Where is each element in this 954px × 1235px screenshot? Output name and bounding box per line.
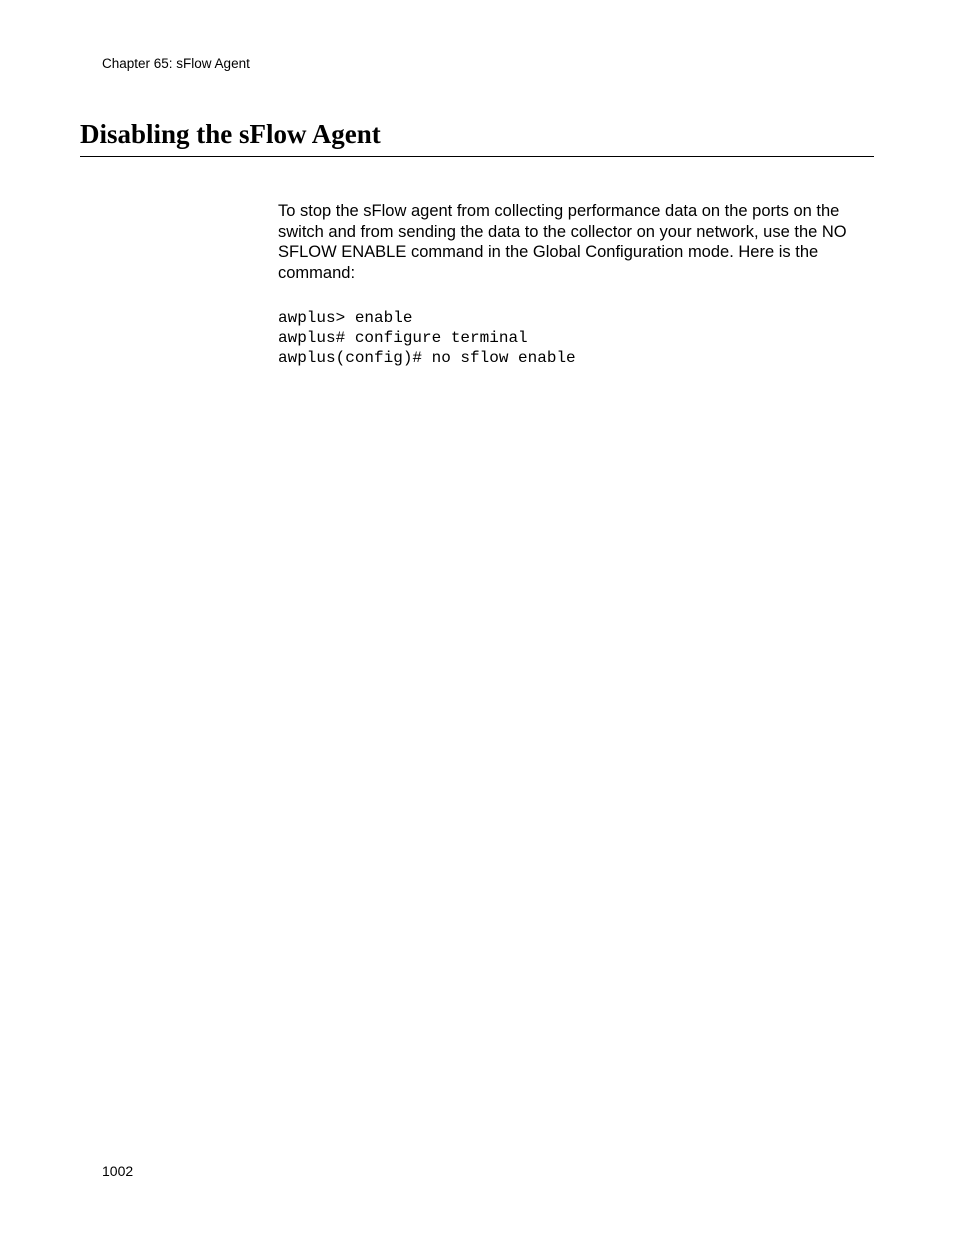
section-title: Disabling the sFlow Agent bbox=[80, 119, 874, 157]
command-code-block: awplus> enable awplus# configure termina… bbox=[278, 308, 874, 368]
page-number: 1002 bbox=[102, 1163, 133, 1179]
body-paragraph: To stop the sFlow agent from collecting … bbox=[278, 201, 874, 284]
chapter-header: Chapter 65: sFlow Agent bbox=[102, 56, 874, 71]
page-container: Chapter 65: sFlow Agent Disabling the sF… bbox=[0, 0, 954, 1235]
